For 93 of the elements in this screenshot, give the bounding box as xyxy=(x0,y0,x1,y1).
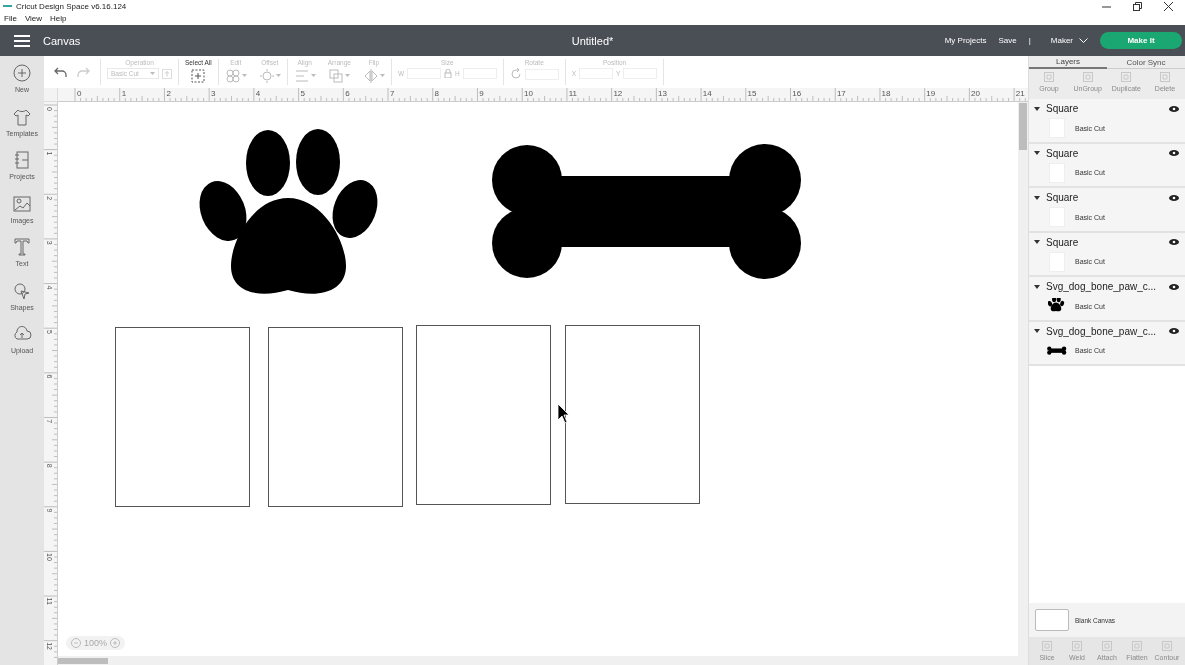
machine-dropdown[interactable]: Maker xyxy=(1050,36,1088,45)
action-icon xyxy=(1041,640,1053,652)
ruler-number: 16 xyxy=(792,89,802,98)
undo-button[interactable] xyxy=(54,66,68,78)
ruler-number: 8 xyxy=(434,89,440,98)
toolbar-icon-button[interactable] xyxy=(190,68,207,84)
document-title: Untitled* xyxy=(571,34,614,47)
ruler-number: 9 xyxy=(479,89,484,98)
square-shape[interactable] xyxy=(565,325,700,504)
restore-icon[interactable] xyxy=(1133,1,1142,11)
caret-icon[interactable] xyxy=(1034,151,1040,155)
action-icon xyxy=(1131,640,1143,652)
ruler-number: 1 xyxy=(121,89,127,98)
square-shape[interactable] xyxy=(115,327,250,507)
caret-icon xyxy=(150,71,155,76)
ruler-number: 20 xyxy=(971,89,980,98)
eye-icon[interactable] xyxy=(1169,239,1179,245)
layer-name: Svg_dog_bone_paw_c... xyxy=(1046,325,1158,337)
bone-drawing[interactable] xyxy=(492,144,801,279)
action-icon xyxy=(1101,640,1113,652)
layer-name: Svg_dog_bone_paw_c... xyxy=(1046,281,1158,292)
caret-icon xyxy=(241,74,247,78)
sidebar-icon xyxy=(12,63,32,83)
action-icon xyxy=(1120,71,1133,83)
action-icon xyxy=(1071,640,1083,652)
ruler-number: 3 xyxy=(211,89,216,98)
sidebar-icon xyxy=(12,237,32,257)
caret-icon xyxy=(1079,38,1088,43)
ruler-number: 4 xyxy=(255,89,261,98)
menu-icon[interactable] xyxy=(14,34,30,47)
ruler-number: 19 xyxy=(926,89,936,98)
caret-icon xyxy=(379,74,385,78)
sidebar-icon xyxy=(12,193,32,214)
cursor-icon xyxy=(557,403,570,424)
sidebar-icon xyxy=(12,280,32,301)
ruler-number: 5 xyxy=(300,89,305,98)
ruler-number: 2 xyxy=(166,89,171,98)
ruler-number: 21 xyxy=(1015,89,1025,98)
layer-name: Square xyxy=(1046,103,1080,114)
ruler-number: 11 xyxy=(568,89,577,98)
caret-icon[interactable] xyxy=(1034,284,1040,289)
menu-item[interactable]: Help xyxy=(50,14,67,23)
header-link[interactable]: Save xyxy=(998,36,1017,45)
ruler-number: 10 xyxy=(524,89,533,98)
menu-item[interactable]: File xyxy=(4,14,17,23)
rotate-icon xyxy=(509,68,522,80)
ruler-number: 7 xyxy=(389,89,395,98)
scrollbar-thumb[interactable] xyxy=(58,658,108,664)
section-title: Canvas xyxy=(43,34,81,47)
layer-name: Square xyxy=(1046,192,1080,203)
caret-icon[interactable] xyxy=(1034,106,1040,111)
ruler-number: 15 xyxy=(747,89,757,98)
eye-icon[interactable] xyxy=(1169,328,1179,334)
caret-icon[interactable] xyxy=(1034,195,1040,200)
eye-icon[interactable] xyxy=(1169,283,1179,290)
caret-icon[interactable] xyxy=(1034,329,1040,333)
layer-name: Square xyxy=(1046,147,1080,159)
square-shape[interactable] xyxy=(416,325,551,505)
ruler-number: 0 xyxy=(77,89,82,98)
eye-icon[interactable] xyxy=(1169,150,1179,156)
zoom-level: 100% xyxy=(84,638,108,648)
paw-print-icon xyxy=(1048,298,1066,314)
layer-name: Square xyxy=(1046,236,1080,248)
scrollbar-thumb[interactable] xyxy=(1019,103,1027,150)
canvas-swatch[interactable] xyxy=(1035,609,1069,631)
action-icon xyxy=(1158,71,1171,83)
bone-icon xyxy=(1047,345,1067,356)
close-icon[interactable] xyxy=(1164,1,1173,11)
ruler-number: 13 xyxy=(658,89,667,98)
sidebar-icon xyxy=(12,150,32,170)
ruler-number: 18 xyxy=(881,89,891,98)
paw-print-drawing[interactable] xyxy=(199,129,378,294)
action-icon xyxy=(1081,71,1094,83)
app-icon xyxy=(3,4,12,8)
panel-tab[interactable]: Layers xyxy=(1029,56,1107,69)
action-icon xyxy=(1043,71,1055,83)
caret-icon[interactable] xyxy=(1034,240,1040,244)
caret-icon xyxy=(345,74,351,78)
ruler-number: 12 xyxy=(613,89,623,98)
eye-icon[interactable] xyxy=(1169,194,1179,201)
ruler-number: 17 xyxy=(836,89,846,98)
action-icon xyxy=(1161,640,1173,652)
window-title: Cricut Design Space v6.16.124 xyxy=(16,1,127,11)
header-link[interactable]: My Projects xyxy=(944,36,987,45)
caret-icon xyxy=(275,74,281,78)
ruler-number: 14 xyxy=(702,89,712,98)
menu-item[interactable]: View xyxy=(24,14,43,23)
ruler-number: 6 xyxy=(345,89,350,98)
panel-tab[interactable]: Color Sync xyxy=(1107,56,1185,69)
square-shape[interactable] xyxy=(268,327,403,507)
separator: | xyxy=(1028,36,1031,45)
caret-icon xyxy=(310,74,316,78)
eye-icon[interactable] xyxy=(1169,105,1179,112)
